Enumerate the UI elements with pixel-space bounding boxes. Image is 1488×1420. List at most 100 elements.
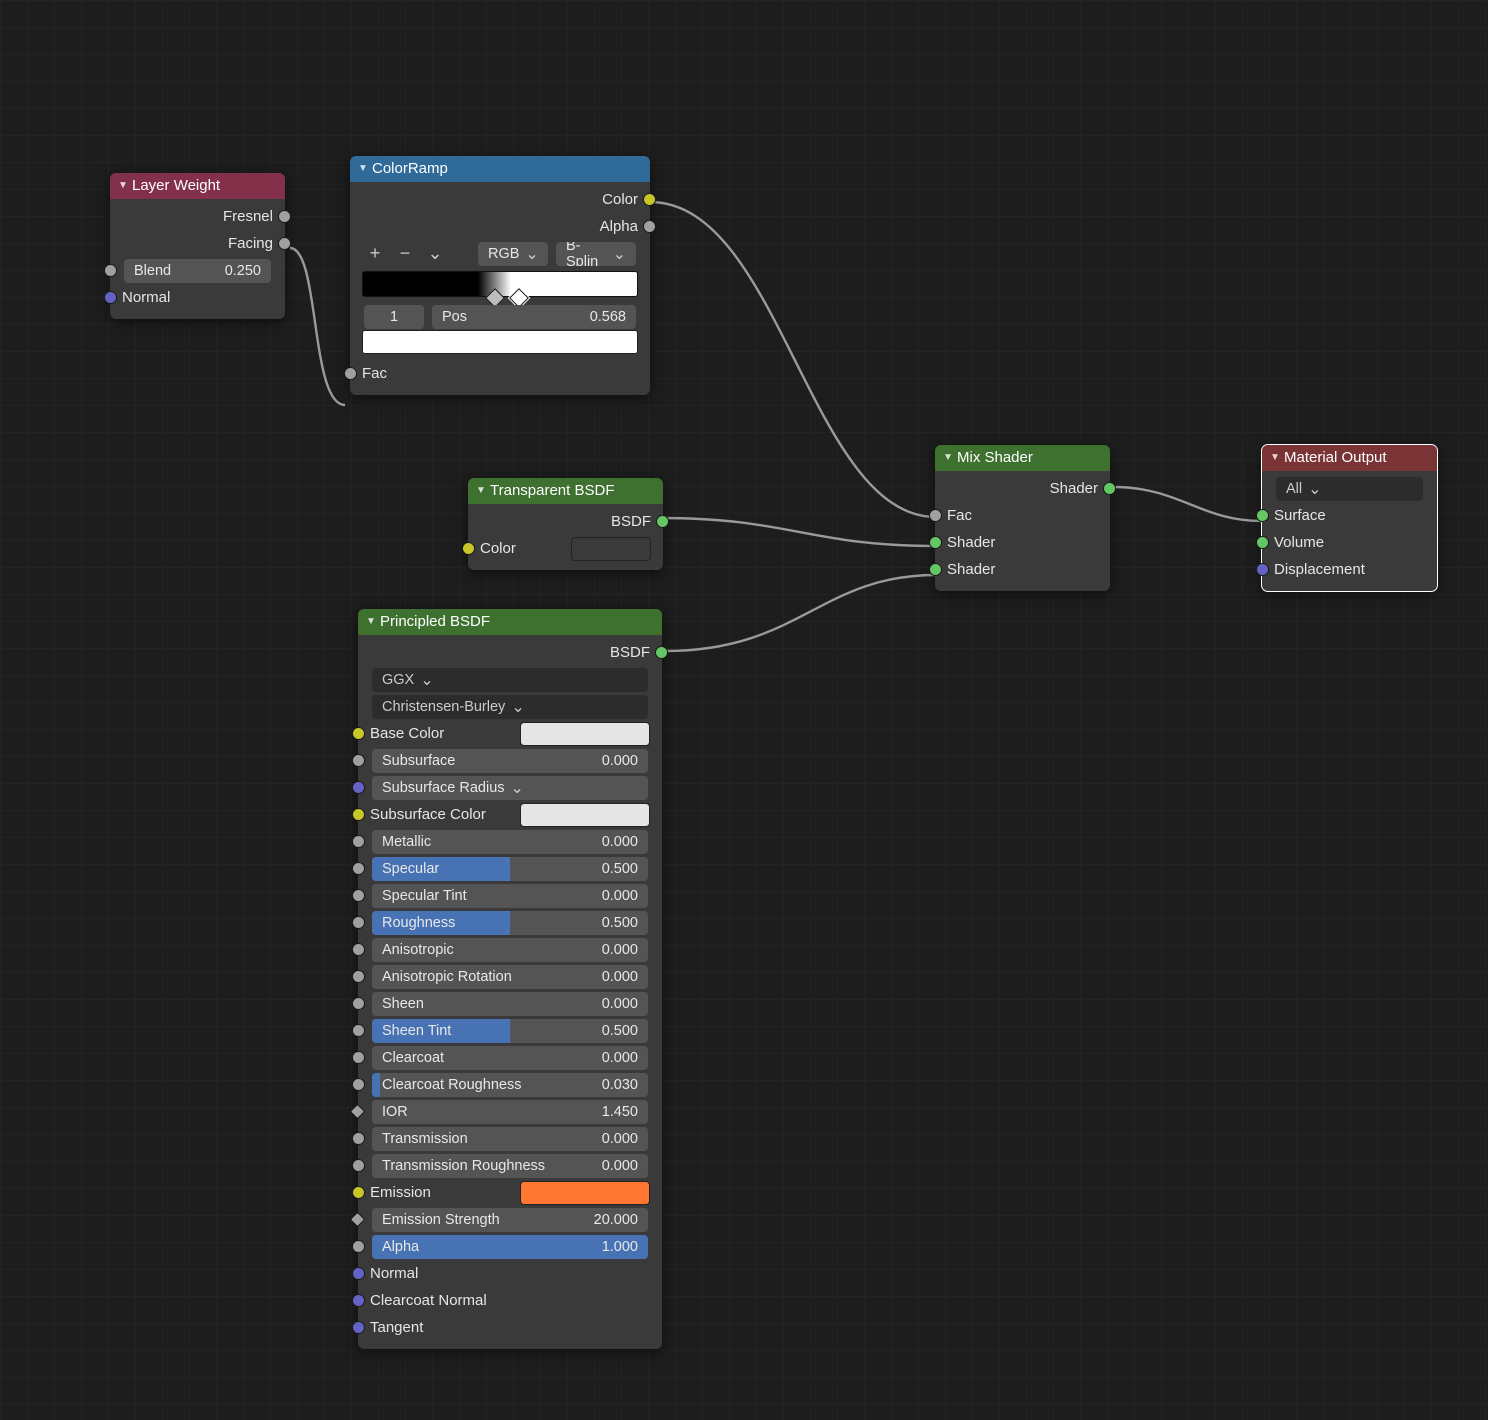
node-header[interactable]: Principled BSDF [358, 609, 662, 635]
roughness-field[interactable]: Roughness0.500 [372, 911, 648, 935]
socket-clearcoat[interactable] [352, 1051, 365, 1064]
sheen-field[interactable]: Sheen0.000 [372, 992, 648, 1016]
base-color-label: Base Color [370, 725, 520, 742]
clearcoat-rough-field[interactable]: Clearcoat Roughness0.030 [372, 1073, 648, 1097]
add-stop-button[interactable]: + [362, 241, 388, 267]
socket-subsurface[interactable] [352, 754, 365, 767]
node-header[interactable]: ColorRamp [350, 156, 650, 182]
metallic-field[interactable]: Metallic0.000 [372, 830, 648, 854]
node-header[interactable]: Transparent BSDF [468, 478, 663, 504]
node-header[interactable]: Mix Shader [935, 445, 1110, 471]
socket-sheen[interactable] [352, 997, 365, 1010]
node-title: Layer Weight [132, 177, 220, 194]
node-colorramp[interactable]: ColorRamp Color Alpha + − ⌄ RGB B-Splin … [350, 156, 650, 395]
node-title: Transparent BSDF [490, 482, 615, 499]
socket-emission[interactable] [352, 1186, 365, 1199]
socket-anisotropic[interactable] [352, 943, 365, 956]
socket-aniso-rot[interactable] [352, 970, 365, 983]
distribution-select[interactable]: GGX [372, 668, 648, 692]
socket-alpha-out[interactable] [643, 220, 656, 233]
sss-color-swatch[interactable] [520, 803, 650, 827]
output-color: Color [602, 191, 638, 208]
socket-specular-tint[interactable] [352, 889, 365, 902]
socket-shader1-in[interactable] [929, 536, 942, 549]
emission-swatch[interactable] [520, 1181, 650, 1205]
node-material-output[interactable]: Material Output All Surface Volume Displ… [1262, 445, 1437, 591]
stop-pos-field[interactable]: Pos 0.568 [432, 305, 636, 329]
color-swatch[interactable] [571, 537, 651, 561]
socket-color-in[interactable] [462, 542, 475, 555]
sss-method-select[interactable]: Christensen-Burley [372, 695, 648, 719]
socket-normal-in[interactable] [104, 291, 117, 304]
socket-bsdf-out[interactable] [655, 646, 668, 659]
socket-displacement-in[interactable] [1256, 563, 1269, 576]
socket-blend-in[interactable] [104, 264, 117, 277]
sheen-tint-field[interactable]: Sheen Tint0.500 [372, 1019, 648, 1043]
specular-field[interactable]: Specular0.500 [372, 857, 648, 881]
node-principled-bsdf[interactable]: Principled BSDF BSDF GGX Christensen-Bur… [358, 609, 662, 1349]
node-title: Material Output [1284, 449, 1387, 466]
aniso-rot-field[interactable]: Anisotropic Rotation0.000 [372, 965, 648, 989]
socket-roughness[interactable] [352, 916, 365, 929]
input-shader1: Shader [947, 534, 995, 551]
subsurface-field[interactable]: Subsurface0.000 [372, 749, 648, 773]
stop-color-swatch[interactable] [362, 330, 638, 354]
socket-fresnel-out[interactable] [278, 210, 291, 223]
ior-field[interactable]: IOR1.450 [372, 1100, 648, 1124]
socket-metallic[interactable] [352, 835, 365, 848]
alpha-field[interactable]: Alpha1.000 [372, 1235, 648, 1259]
socket-shader2-in[interactable] [929, 563, 942, 576]
socket-facing-out[interactable] [278, 237, 291, 250]
anisotropic-field[interactable]: Anisotropic0.000 [372, 938, 648, 962]
socket-subsurface-radius[interactable] [352, 781, 365, 794]
input-fac: Fac [362, 365, 387, 382]
subsurface-radius-field[interactable]: Subsurface Radius [372, 776, 648, 800]
clearcoat-field[interactable]: Clearcoat0.000 [372, 1046, 648, 1070]
socket-clearcoat-rough[interactable] [352, 1078, 365, 1091]
interp-select[interactable]: B-Splin [556, 242, 636, 266]
output-facing: Facing [228, 235, 273, 252]
blend-field[interactable]: Blend 0.250 [124, 259, 271, 283]
node-title: ColorRamp [372, 160, 448, 177]
node-layer-weight[interactable]: Layer Weight Fresnel Facing Blend 0.250 … [110, 173, 285, 319]
socket-clearcoat-normal[interactable] [352, 1294, 365, 1307]
node-title: Mix Shader [957, 449, 1033, 466]
socket-trans-rough[interactable] [352, 1159, 365, 1172]
socket-color-out[interactable] [643, 193, 656, 206]
socket-alpha[interactable] [352, 1240, 365, 1253]
socket-tangent[interactable] [352, 1321, 365, 1334]
input-volume: Volume [1274, 534, 1324, 551]
socket-transmission[interactable] [352, 1132, 365, 1145]
trans-rough-field[interactable]: Transmission Roughness0.000 [372, 1154, 648, 1178]
color-mode-select[interactable]: RGB [478, 242, 548, 266]
color-ramp-strip[interactable] [362, 271, 638, 297]
specular-tint-field[interactable]: Specular Tint0.000 [372, 884, 648, 908]
socket-emission-str[interactable] [350, 1212, 366, 1228]
input-tangent: Tangent [370, 1319, 423, 1336]
socket-fac-in[interactable] [929, 509, 942, 522]
socket-ior[interactable] [350, 1104, 366, 1120]
input-shader2: Shader [947, 561, 995, 578]
target-select[interactable]: All [1276, 477, 1423, 501]
node-header[interactable]: Material Output [1262, 445, 1437, 471]
socket-surface-in[interactable] [1256, 509, 1269, 522]
socket-subsurface-color[interactable] [352, 808, 365, 821]
socket-specular[interactable] [352, 862, 365, 875]
socket-fac-in[interactable] [344, 367, 357, 380]
transmission-field[interactable]: Transmission0.000 [372, 1127, 648, 1151]
socket-shader-out[interactable] [1103, 482, 1116, 495]
output-fresnel: Fresnel [223, 208, 273, 225]
socket-normal[interactable] [352, 1267, 365, 1280]
socket-volume-in[interactable] [1256, 536, 1269, 549]
node-transparent-bsdf[interactable]: Transparent BSDF BSDF Color [468, 478, 663, 570]
emission-str-field[interactable]: Emission Strength20.000 [372, 1208, 648, 1232]
socket-bsdf-out[interactable] [656, 515, 669, 528]
node-header[interactable]: Layer Weight [110, 173, 285, 199]
socket-sheen-tint[interactable] [352, 1024, 365, 1037]
base-color-swatch[interactable] [520, 722, 650, 746]
socket-base-color[interactable] [352, 727, 365, 740]
node-mix-shader[interactable]: Mix Shader Shader Fac Shader Shader [935, 445, 1110, 591]
remove-stop-button[interactable]: − [392, 241, 418, 267]
ramp-menu-button[interactable]: ⌄ [422, 241, 448, 267]
stop-index-field[interactable]: 1 [364, 305, 424, 329]
